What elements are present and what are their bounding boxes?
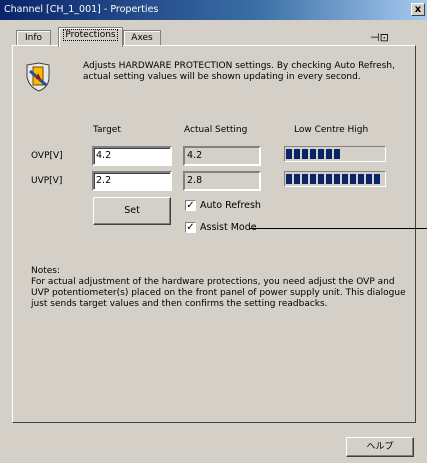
level-segment (326, 149, 332, 159)
uvp-label: UVP[V] (31, 176, 63, 186)
tab-info[interactable]: Info (16, 30, 51, 46)
notes-text: For actual adjustment of the hardware pr… (31, 277, 406, 309)
ovp-level-bar (284, 146, 386, 162)
tab-protections[interactable]: Protections (58, 27, 123, 47)
level-segment (302, 174, 308, 184)
uvp-level-fill (286, 174, 384, 184)
ovp-actual-value: 4.2 (183, 146, 261, 166)
auto-refresh-checkbox[interactable]: ✓ (185, 200, 196, 211)
level-segment (334, 174, 340, 184)
level-segment (350, 174, 356, 184)
auto-refresh-label[interactable]: Auto Refresh (200, 200, 261, 211)
pin-icon[interactable]: ⊣⊡ (370, 31, 389, 44)
protection-shield-icon (26, 62, 50, 92)
assist-mode-label[interactable]: Assist Mode (200, 222, 257, 233)
level-segment (294, 174, 300, 184)
level-segment (318, 174, 324, 184)
uvp-target-input[interactable]: 2.2 (92, 171, 172, 191)
actual-column-header: Actual Setting (184, 125, 248, 135)
notes-heading: Notes: (31, 266, 61, 276)
uvp-actual-value: 2.8 (183, 171, 261, 191)
callout-line (250, 228, 427, 229)
level-column-header: Low Centre High (294, 125, 369, 135)
description-text: Adjusts HARDWARE PROTECTION settings. By… (83, 61, 395, 82)
level-segment (358, 174, 364, 184)
level-segment (302, 149, 308, 159)
level-segment (294, 149, 300, 159)
level-segment (374, 174, 380, 184)
tab-axes[interactable]: Axes (123, 30, 161, 46)
tab-protections-label: Protections (63, 29, 118, 41)
level-segment (310, 149, 316, 159)
ovp-label: OVP[V] (31, 151, 63, 161)
help-button[interactable]: ヘルプ (346, 437, 414, 457)
level-segment (318, 149, 324, 159)
level-segment (326, 174, 332, 184)
ovp-level-fill (286, 149, 384, 159)
level-segment (342, 174, 348, 184)
level-segment (286, 174, 292, 184)
uvp-level-bar (284, 171, 386, 187)
level-segment (334, 149, 340, 159)
ovp-target-input[interactable]: 4.2 (92, 146, 172, 166)
close-button[interactable]: x (411, 3, 425, 16)
set-button[interactable]: Set (93, 197, 171, 225)
assist-mode-checkbox[interactable]: ✓ (185, 222, 196, 233)
level-segment (310, 174, 316, 184)
level-segment (286, 149, 292, 159)
window-title: Channel [CH_1_001] - Properties (4, 4, 159, 15)
tab-panel (12, 45, 416, 423)
properties-window: Channel [CH_1_001] - Properties x Info P… (0, 0, 427, 463)
level-segment (366, 174, 372, 184)
title-bar[interactable]: Channel [CH_1_001] - Properties x (0, 0, 427, 20)
notes: Notes: For actual adjustment of the hard… (31, 266, 413, 310)
target-column-header: Target (93, 125, 121, 135)
